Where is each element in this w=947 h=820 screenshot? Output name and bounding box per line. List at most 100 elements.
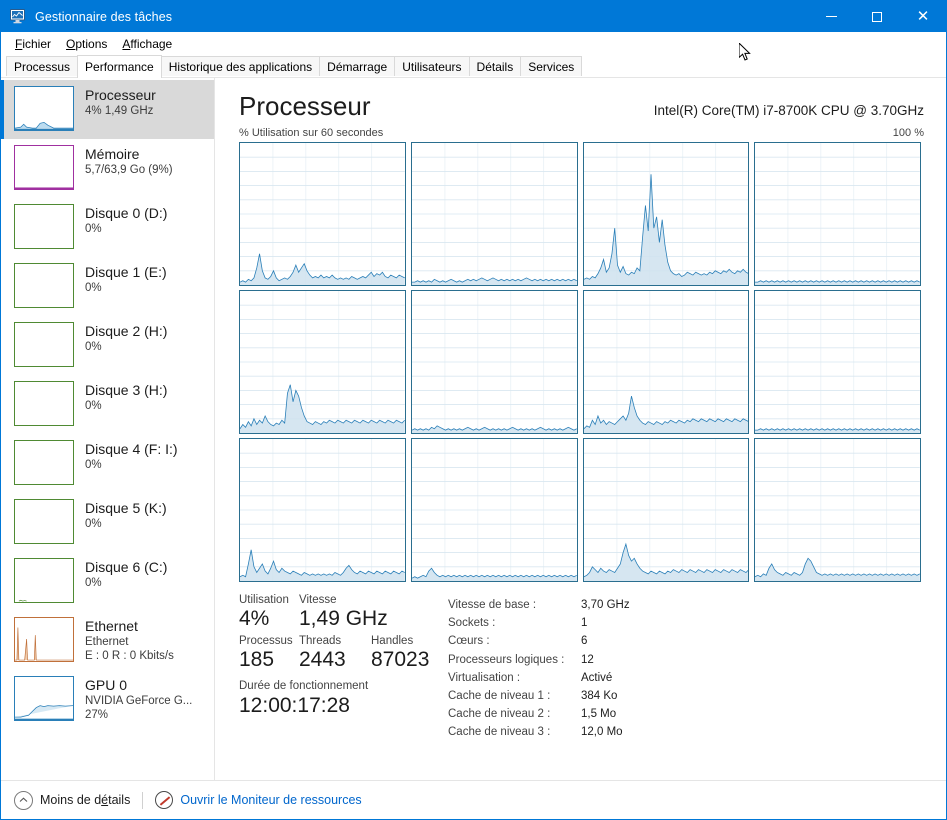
sidebar-thumb-cpu xyxy=(14,86,74,131)
value-uptime: 12:00:17:28 xyxy=(239,692,444,720)
cpu-spec-value: 6 xyxy=(581,632,587,650)
label-threads: Threads xyxy=(299,635,371,647)
sidebar-item-memoire[interactable]: Mémoire 5,7/63,9 Go (9%) xyxy=(1,139,214,198)
sidebar-sub-disque-1: 0% xyxy=(85,281,167,295)
sidebar-thumb-disk0 xyxy=(14,204,74,249)
stats-row2-labels: Processus Threads Handles xyxy=(239,635,444,647)
title-bar: Gestionnaire des tâches ✕ xyxy=(1,1,946,32)
sidebar-item-gpu-0[interactable]: GPU 0 NVIDIA GeForce G... 27% xyxy=(1,670,214,729)
cpu-core-graph[interactable] xyxy=(583,142,750,286)
tab-details-label: Détails xyxy=(477,60,514,74)
sidebar-item-disque-1[interactable]: Disque 1 (E:) 0% xyxy=(1,257,214,316)
sidebar-item-disque-2[interactable]: Disque 2 (H:) 0% xyxy=(1,316,214,375)
sidebar-sub-gpu-usage: 27% xyxy=(85,708,192,722)
sidebar-title-memoire: Mémoire xyxy=(85,146,173,163)
tab-processus-label: Processus xyxy=(14,60,70,74)
tab-performance[interactable]: Performance xyxy=(77,55,162,78)
tab-details[interactable]: Détails xyxy=(469,56,522,77)
sidebar-item-disque-0[interactable]: Disque 0 (D:) 0% xyxy=(1,198,214,257)
sidebar-item-disque-4[interactable]: Disque 4 (F: I:) 0% xyxy=(1,434,214,493)
cpu-spec-row: Virtualisation :Activé xyxy=(448,669,630,687)
tab-historique-applications[interactable]: Historique des applications xyxy=(161,56,320,77)
menu-bar: Fichier Options Affichage xyxy=(1,32,946,55)
cpu-core-graph[interactable] xyxy=(754,290,921,434)
less-details-label: Moins de détails xyxy=(40,793,130,807)
sidebar-sub-disque-3: 0% xyxy=(85,399,167,413)
tab-services[interactable]: Services xyxy=(520,56,582,77)
sidebar-item-disque-6[interactable]: Disque 6 (C:) 0% xyxy=(1,552,214,611)
cpu-core-graph[interactable] xyxy=(754,438,921,582)
sidebar-text-disque-6: Disque 6 (C:) 0% xyxy=(85,558,167,590)
cpu-core-graph[interactable] xyxy=(239,142,406,286)
cpu-spec-row: Vitesse de base :3,70 GHz xyxy=(448,596,630,614)
sidebar-title-gpu-0: GPU 0 xyxy=(85,677,192,694)
menu-affichage[interactable]: Affichage xyxy=(115,34,180,54)
cpu-core-graph[interactable] xyxy=(239,290,406,434)
cpu-core-graph[interactable] xyxy=(754,142,921,286)
sidebar-thumb-memory xyxy=(14,145,74,190)
tab-utilisateurs[interactable]: Utilisateurs xyxy=(394,56,469,77)
sidebar-sub-disque-4: 0% xyxy=(85,458,178,472)
tab-demarrage[interactable]: Démarrage xyxy=(319,56,395,77)
stats-area: Utilisation Vitesse 4% 1,49 GHz Processu… xyxy=(239,594,946,742)
axis-label-right: 100 % xyxy=(893,127,924,139)
sidebar-sub-memoire: 5,7/63,9 Go (9%) xyxy=(85,163,173,177)
cpu-core-graph[interactable] xyxy=(411,142,578,286)
tab-demarrage-label: Démarrage xyxy=(327,60,387,74)
resource-monitor-icon xyxy=(155,791,173,809)
stats-row1-values: 4% 1,49 GHz xyxy=(239,606,444,632)
label-vitesse: Vitesse xyxy=(299,594,389,606)
sidebar-item-processeur[interactable]: Processeur 4% 1,49 GHz xyxy=(1,80,214,139)
sidebar-title-disque-0: Disque 0 (D:) xyxy=(85,205,167,222)
sidebar-sub-ethernet-adapter: Ethernet xyxy=(85,635,174,649)
cpu-spec-value: 384 Ko xyxy=(581,687,617,705)
minimize-button[interactable] xyxy=(808,1,854,32)
resource-monitor-button[interactable]: Ouvrir le Moniteur de ressources xyxy=(155,791,361,809)
sidebar-thumb-ethernet xyxy=(14,617,74,662)
cpu-spec-key: Cœurs : xyxy=(448,632,581,650)
sidebar-text-processeur: Processeur 4% 1,49 GHz xyxy=(85,86,156,118)
sidebar-title-disque-6: Disque 6 (C:) xyxy=(85,559,167,576)
cpu-spec-value: 1,5 Mo xyxy=(581,705,616,723)
cpu-spec-key: Processeurs logiques : xyxy=(448,651,581,669)
menu-fichier[interactable]: Fichier xyxy=(8,34,59,54)
menu-fichier-label: ichier xyxy=(22,37,51,51)
cpu-spec-key: Vitesse de base : xyxy=(448,596,581,614)
cpu-core-graph[interactable] xyxy=(411,290,578,434)
cpu-core-graph[interactable] xyxy=(583,438,750,582)
tab-utilisateurs-label: Utilisateurs xyxy=(402,60,461,74)
sidebar-thumb-disk1 xyxy=(14,263,74,308)
sidebar-item-disque-3[interactable]: Disque 3 (H:) 0% xyxy=(1,375,214,434)
sidebar-sub-ethernet-rate: E : 0 R : 0 Kbits/s xyxy=(85,649,174,663)
label-utilisation: Utilisation xyxy=(239,594,299,606)
cpu-core-graph[interactable] xyxy=(583,290,750,434)
sidebar-thumb-disk3 xyxy=(14,381,74,426)
sidebar-text-disque-4: Disque 4 (F: I:) 0% xyxy=(85,440,178,472)
menu-options[interactable]: Options xyxy=(59,34,115,54)
cpu-core-graph[interactable] xyxy=(411,438,578,582)
value-vitesse: 1,49 GHz xyxy=(299,606,389,632)
close-button[interactable]: ✕ xyxy=(900,1,946,32)
tab-processus[interactable]: Processus xyxy=(6,56,78,77)
sidebar-title-disque-5: Disque 5 (K:) xyxy=(85,500,167,517)
maximize-button[interactable] xyxy=(854,1,900,32)
sidebar-sub-gpu-model: NVIDIA GeForce G... xyxy=(85,694,192,708)
value-threads: 2443 xyxy=(299,647,371,673)
status-bar: Moins de détails Ouvrir le Moniteur de r… xyxy=(1,780,946,819)
tab-historique-label: Historique des applications xyxy=(169,60,312,74)
sidebar-title-disque-1: Disque 1 (E:) xyxy=(85,264,167,281)
cpu-spec-value: Activé xyxy=(581,669,612,687)
sidebar-text-disque-0: Disque 0 (D:) 0% xyxy=(85,204,167,236)
sidebar-item-disque-5[interactable]: Disque 5 (K:) 0% xyxy=(1,493,214,552)
sidebar-title-processeur: Processeur xyxy=(85,87,156,104)
close-icon: ✕ xyxy=(917,9,930,24)
label-processus: Processus xyxy=(239,635,299,647)
logical-processor-grid[interactable] xyxy=(239,142,921,582)
window-controls: ✕ xyxy=(808,1,946,32)
sidebar-thumb-disk6 xyxy=(14,558,74,603)
sidebar-sub-disque-2: 0% xyxy=(85,340,167,354)
less-details-button[interactable]: Moins de détails xyxy=(14,791,130,810)
cpu-core-graph[interactable] xyxy=(239,438,406,582)
sidebar-item-ethernet[interactable]: Ethernet Ethernet E : 0 R : 0 Kbits/s xyxy=(1,611,214,670)
panel-header: Processeur Intel(R) Core(TM) i7-8700K CP… xyxy=(239,90,946,122)
